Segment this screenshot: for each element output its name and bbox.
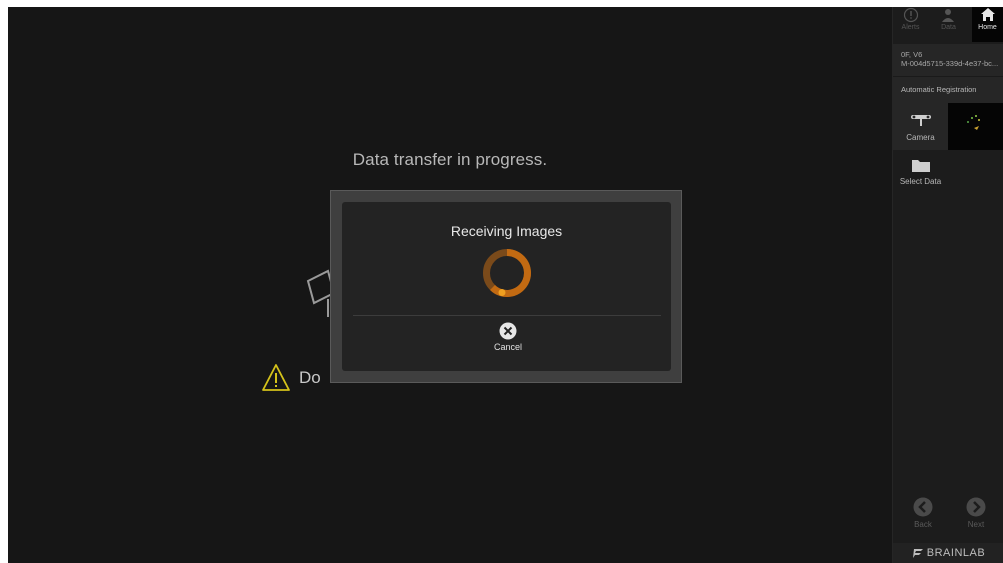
camera-label: Camera [906,133,935,142]
brand-name: BRAINLAB [926,547,986,559]
sidebar: Alerts Data Home 0F, V6 M-004d5715-339d-… [892,7,1003,563]
dialog-title: Receiving Images [450,223,563,239]
patient-id: M-004d5715-339d-4e37-bc... [901,59,999,68]
workflow-title: Automatic Registration [893,77,1003,103]
loading-icon [967,115,980,130]
folder-icon [911,160,930,172]
brand-logo: BRAINLAB [893,543,1003,563]
data-button[interactable]: Data [933,7,964,42]
cancel-button[interactable]: Cancel [476,322,540,364]
back-arrow-icon [913,497,933,517]
alert-icon [903,7,918,23]
cancel-label: Cancel [493,342,522,352]
top-navigation: Alerts Data Home [893,7,1003,44]
main-area: Data transfer in progress. Do Receiving … [8,7,892,563]
receiving-images-dialog: Receiving Images Cancel [330,190,682,383]
camera-button[interactable]: Camera [893,103,948,150]
cancel-icon [499,322,517,340]
home-icon [980,8,995,21]
warning-text: Do [299,368,321,387]
home-label: Home [978,24,997,31]
next-button[interactable]: Next [951,497,1001,537]
next-arrow-icon [966,497,986,517]
warning-message: Do [261,362,321,394]
person-icon [941,9,954,22]
select-data-label: Select Data [899,177,942,186]
select-data-button[interactable]: Select Data [893,157,948,197]
dialog-divider [353,315,661,316]
back-label: Back [914,520,932,529]
data-label: Data [941,24,956,31]
workflow-label: Automatic Registration [901,85,977,94]
next-label: Next [967,520,985,529]
app-screen: Data transfer in progress. Do Receiving … [8,7,1003,563]
home-button[interactable]: Home [972,7,1003,42]
patient-name: 0F, V6 [901,50,923,59]
warning-icon [262,364,290,391]
page-headline: Data transfer in progress. [352,150,548,169]
patient-info[interactable]: 0F, V6 M-004d5715-339d-4e37-bc... [893,44,1003,77]
dialog-panel: Receiving Images Cancel [342,202,671,371]
back-button[interactable]: Back [898,497,948,537]
alerts-label: Alerts [901,24,920,31]
loading-indicator [948,103,1003,150]
alerts-button[interactable]: Alerts [895,7,926,42]
brainlab-logo-icon [912,548,923,558]
camera-icon [910,115,931,126]
circular-progress-icon [483,249,531,297]
